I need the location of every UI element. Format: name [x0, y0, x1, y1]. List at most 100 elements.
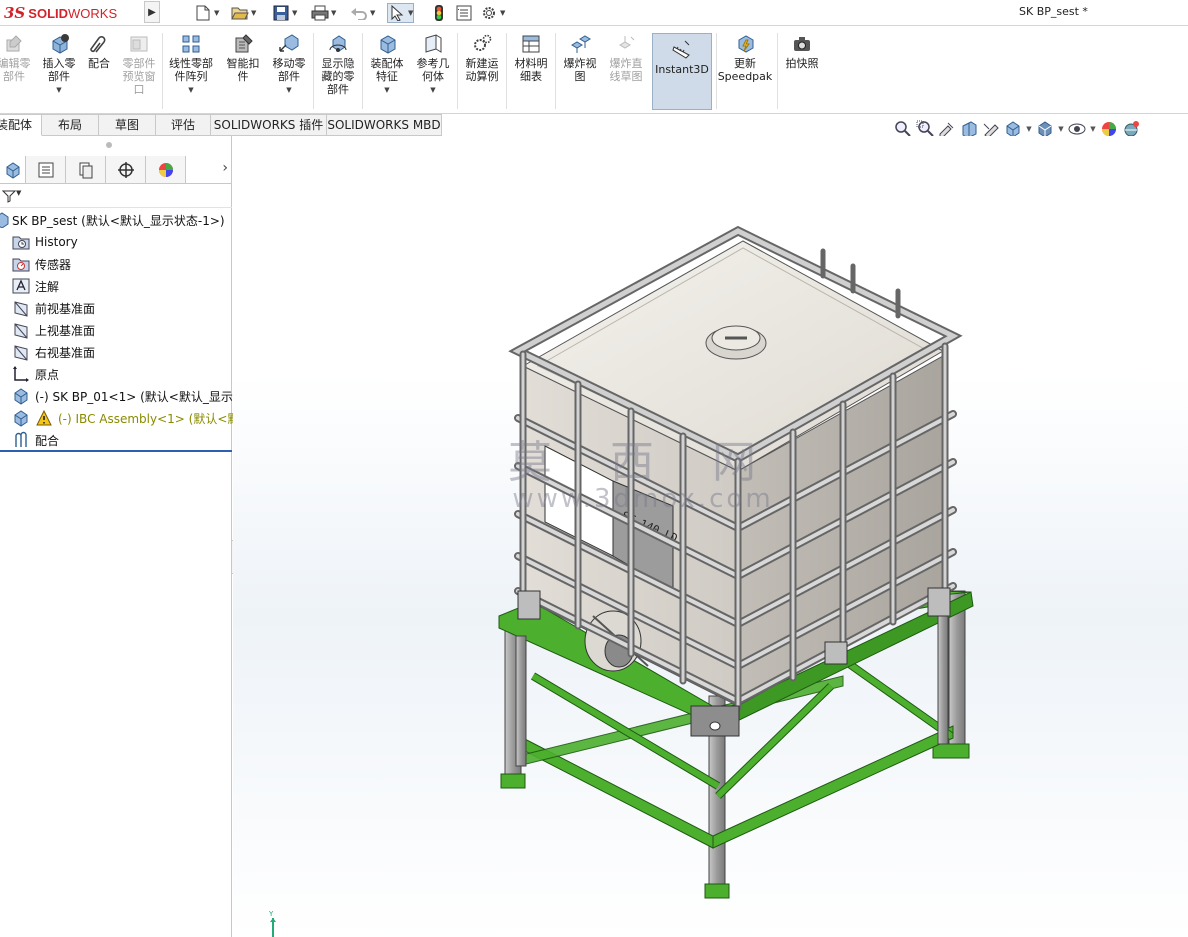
logo-ds: 3S	[4, 4, 26, 22]
history-folder-icon	[12, 233, 30, 251]
tree-item-label: 配合	[35, 433, 60, 448]
propertymanager-icon	[38, 162, 53, 177]
tree-item-sk-bp-01[interactable]: (-) SK BP_01<1> (默认<默认_显示状	[12, 386, 245, 406]
chevron-down-icon[interactable]: ▼	[1056, 125, 1066, 133]
graphics-area[interactable]: ST 140 LD 莫 西 网 www.3dmox.com Y	[233, 136, 1188, 937]
chevron-down-icon[interactable]: ▼	[408, 9, 413, 17]
chevron-right-icon[interactable]: ›	[222, 160, 228, 176]
chevron-down-icon[interactable]: ▼	[286, 84, 291, 97]
new-document-icon	[194, 4, 212, 22]
featuremanager-tab[interactable]	[0, 156, 26, 183]
warning-icon	[35, 409, 53, 427]
options-button[interactable]: ▼	[480, 3, 505, 23]
chevron-down-icon[interactable]: ▼	[370, 9, 375, 17]
tree-item-top-plane[interactable]: 上视基准面	[12, 320, 95, 340]
tab-sketch[interactable]: 草图	[99, 114, 156, 136]
menu-expand-arrow-icon[interactable]: ▶	[144, 1, 160, 23]
chevron-down-icon[interactable]: ▼	[500, 9, 505, 17]
chevron-down-icon[interactable]: ▼	[251, 9, 256, 17]
tree-item-sensors[interactable]: 传感器	[12, 254, 71, 274]
open-button[interactable]: ▼	[231, 3, 256, 23]
ibc-tank-on-stand-model[interactable]: ST 140 LD	[233, 136, 1188, 937]
tree-item-label: 上视基准面	[35, 323, 96, 338]
ribbon-separator	[506, 33, 507, 109]
insert-component-button[interactable]: 插入零 部件 ▼	[38, 33, 80, 97]
select-button[interactable]: ▼	[387, 3, 415, 23]
displaymanager-tab[interactable]	[146, 156, 186, 183]
tree-item-front-plane[interactable]: 前视基准面	[12, 298, 95, 318]
assembly-icon	[12, 409, 30, 427]
solidworks-logo[interactable]: 3S SOLID WORKS	[4, 4, 117, 22]
tree-item-history[interactable]: History	[12, 232, 78, 252]
reference-geometry-icon	[422, 33, 444, 55]
manager-tabs: ›	[0, 156, 232, 184]
instant3d-label: Instant3D	[655, 63, 709, 76]
tab-layout[interactable]: 布局	[42, 114, 99, 136]
tree-filter-bar[interactable]: ▼	[0, 186, 232, 208]
triad-y-label: Y	[268, 910, 274, 918]
filter-funnel-icon[interactable]: ▼	[1, 189, 21, 206]
move-component-button[interactable]: 移动零 部件 ▼	[268, 33, 310, 97]
file-properties-button[interactable]	[455, 3, 473, 23]
bill-of-materials-button[interactable]: 材料明 细表	[509, 33, 553, 83]
ribbon-separator	[162, 33, 163, 109]
mate-paperclip-icon	[88, 33, 110, 55]
chevron-down-icon[interactable]: ▼	[188, 84, 193, 97]
edit-component-button[interactable]: 编辑零 部件	[0, 33, 34, 83]
tab-evaluate[interactable]: 评估	[156, 114, 211, 136]
tree-item-right-plane[interactable]: 右视基准面	[12, 342, 95, 362]
chevron-down-icon[interactable]: ▼	[384, 84, 389, 97]
chevron-down-icon[interactable]: ▼	[1024, 125, 1034, 133]
chevron-down-icon[interactable]: ▼	[331, 9, 336, 17]
explode-line-sketch-icon	[615, 33, 637, 55]
chevron-down-icon[interactable]: ▼	[56, 84, 61, 97]
tree-item-mates[interactable]: 配合	[12, 430, 59, 450]
open-icon	[231, 4, 249, 22]
logo-solid: SOLID	[28, 5, 69, 21]
ribbon-separator	[362, 33, 363, 109]
new-motion-study-button[interactable]: 新建运 动算例	[460, 33, 504, 83]
annotation-icon	[12, 277, 30, 295]
tab-assembly[interactable]: 装配体	[0, 114, 42, 136]
configurationmanager-tab[interactable]	[66, 156, 106, 183]
save-button[interactable]: ▼	[272, 3, 297, 23]
chevron-down-icon[interactable]: ▼	[292, 9, 297, 17]
tree-item-ibc-assembly[interactable]: (-) IBC Assembly<1> (默认<默	[12, 408, 239, 428]
new-document-button[interactable]: ▼	[194, 3, 219, 23]
chevron-down-icon[interactable]: ▼	[1088, 125, 1098, 133]
tree-root-assembly[interactable]: SK BP_sest (默认<默认_显示状态-1>)	[0, 210, 225, 230]
smart-fasteners-label: 智能扣 件	[226, 57, 260, 83]
dimxpertmanager-tab[interactable]	[106, 156, 146, 183]
tree-item-label: 前视基准面	[35, 301, 96, 316]
tree-item-annotations[interactable]: 注解	[12, 276, 59, 296]
take-snapshot-button[interactable]: 拍快照	[780, 33, 824, 70]
reference-geometry-button[interactable]: 参考几 何体 ▼	[412, 33, 454, 97]
component-preview-button[interactable]: 零部件 预览窗 口	[117, 33, 161, 96]
dimxpert-crosshair-icon	[117, 161, 134, 178]
chevron-down-icon[interactable]: ▼	[430, 84, 435, 97]
panel-resize-handle[interactable]	[106, 142, 112, 148]
smart-fasteners-button[interactable]: 智能扣 件	[221, 33, 265, 83]
instant3d-button[interactable]: Instant3D	[652, 39, 712, 76]
tab-solidworks-mbd[interactable]: SOLIDWORKS MBD	[327, 114, 442, 136]
print-button[interactable]: ▼	[311, 3, 336, 23]
new-motion-study-label: 新建运 动算例	[465, 57, 499, 83]
tree-rollback-bar[interactable]	[0, 450, 232, 452]
linear-pattern-button[interactable]: 线性零部 件阵列 ▼	[165, 33, 217, 97]
explode-line-sketch-button[interactable]: 爆炸直 线草图	[604, 33, 648, 83]
chevron-down-icon[interactable]: ▼	[214, 9, 219, 17]
mate-button[interactable]: 配合	[84, 33, 114, 70]
component-preview-label: 零部件 预览窗 口	[122, 57, 156, 96]
watermark-line2: www.3dmox.com	[512, 484, 774, 514]
undo-button[interactable]: ▼	[350, 3, 375, 23]
show-hidden-components-button[interactable]: 显示隐 藏的零 部件	[316, 33, 360, 96]
update-speedpak-button[interactable]: 更新 Speedpak	[717, 33, 773, 83]
select-arrow-icon	[388, 4, 406, 22]
propertymanager-tab[interactable]	[26, 156, 66, 183]
rebuild-button[interactable]	[430, 3, 448, 23]
tree-item-origin[interactable]: 原点	[12, 364, 59, 384]
exploded-view-button[interactable]: 爆炸视 图	[558, 33, 602, 83]
tree-item-label: History	[35, 235, 78, 249]
assembly-features-button[interactable]: 装配体 特征 ▼	[365, 33, 409, 97]
tab-solidworks-addins[interactable]: SOLIDWORKS 插件	[211, 114, 327, 136]
